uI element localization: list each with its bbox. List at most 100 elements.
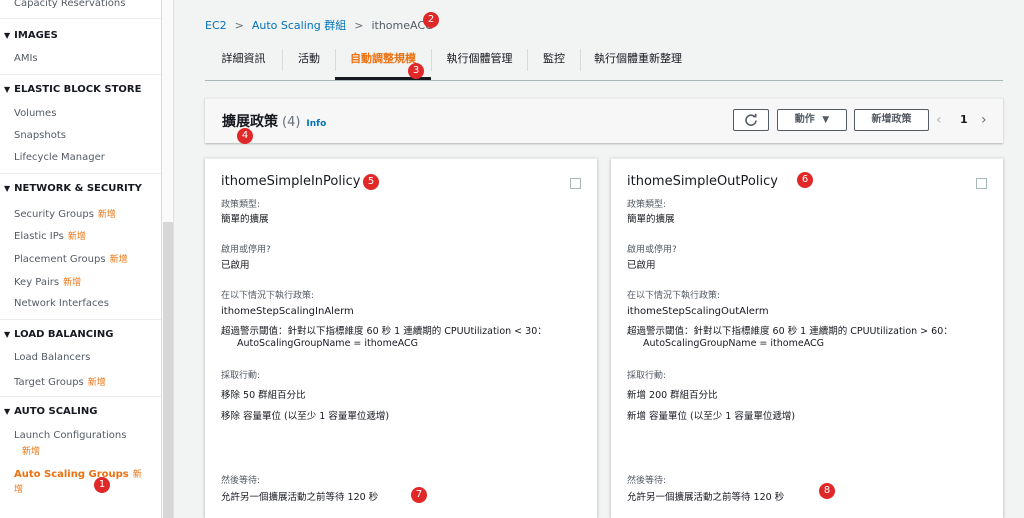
wait-value: 允許另一個擴展活動之前等待 120 秒 bbox=[627, 492, 785, 503]
annotation-badge: 2 bbox=[423, 12, 439, 28]
section-title: 擴展政策 (4) Info bbox=[222, 114, 327, 130]
sidebar-item-load-balancers[interactable]: Load Balancers bbox=[14, 352, 90, 363]
new-badge: 新增 bbox=[109, 255, 128, 265]
enabled-value: 已啟用 bbox=[627, 260, 656, 271]
tab-instance-refresh[interactable]: 執行個體重新整理 bbox=[581, 45, 695, 80]
wait-label: 然後等待: bbox=[221, 476, 261, 486]
sidebar-section-auto-scaling[interactable]: ▼ AUTO SCALING bbox=[4, 406, 97, 417]
new-badge: 新增 bbox=[67, 232, 86, 242]
chevron-right-icon: > bbox=[354, 19, 364, 32]
enabled-value: 已啟用 bbox=[221, 260, 250, 271]
execute-label: 在以下情況下執行政策: bbox=[627, 291, 721, 301]
new-badge: 新增 bbox=[97, 210, 116, 220]
policy-card: ithomeSimpleOutPolicy 政策類型: 簡單的擴展 啟用或停用?… bbox=[611, 158, 1003, 518]
caret-down-icon: ▼ bbox=[4, 330, 11, 339]
refresh-icon bbox=[745, 113, 757, 126]
sidebar-item-capacity-reservations[interactable]: Capacity Reservations bbox=[14, 0, 125, 9]
alarm-name: ithomeStepScalingOutAlerm bbox=[627, 306, 769, 317]
sidebar-item-amis[interactable]: AMIs bbox=[14, 53, 38, 64]
annotation-badge: 5 bbox=[363, 174, 379, 190]
tab-details[interactable]: 詳細資訊 bbox=[205, 45, 282, 80]
caret-down-icon: ▼ bbox=[4, 31, 11, 40]
policy-type-value: 簡單的擴展 bbox=[627, 214, 675, 225]
sidebar-section-load-balancing[interactable]: ▼ LOAD BALANCING bbox=[4, 329, 113, 340]
policy-card: ithomeSimpleInPolicy 政策類型: 簡單的擴展 啟用或停用? … bbox=[205, 158, 597, 518]
scaling-policies-header: 擴展政策 (4) Info 動作 ▼ 新增政策 ‹ 1 › bbox=[205, 98, 1003, 143]
chevron-left-icon[interactable]: ‹ bbox=[936, 109, 942, 131]
alarm-name: ithomeStepScalingInAlerm bbox=[221, 306, 354, 317]
breadcrumb-ec2-link[interactable]: EC2 bbox=[205, 19, 227, 32]
alarm-description: 超過警示閾值：針對以下指標維度 60 秒 1 連續期的 CPUUtilizati… bbox=[627, 326, 953, 337]
annotation-badge: 6 bbox=[797, 172, 813, 188]
tab-instance-management[interactable]: 執行個體管理 bbox=[432, 45, 527, 80]
policy-name: ithomeSimpleInPolicy bbox=[221, 174, 361, 189]
policy-type-value: 簡單的擴展 bbox=[221, 214, 269, 225]
sidebar-item-placement-groups[interactable]: Placement Groups 新增 bbox=[14, 252, 128, 265]
caret-down-icon: ▼ bbox=[4, 184, 11, 193]
new-badge: 新增 bbox=[22, 447, 41, 457]
caret-down-icon: ▼ bbox=[822, 115, 830, 125]
execute-label: 在以下情況下執行政策: bbox=[221, 291, 315, 301]
sidebar-section-ebs[interactable]: ▼ ELASTIC BLOCK STORE bbox=[4, 84, 141, 95]
policy-type-label: 政策類型: bbox=[221, 200, 261, 210]
action-step-1: 新增 200 群組百分比 bbox=[627, 390, 718, 401]
chevron-right-icon: > bbox=[234, 19, 244, 32]
sidebar-scrollbar[interactable] bbox=[162, 0, 174, 518]
alarm-dimension: AutoScalingGroupName = ithomeACG bbox=[237, 338, 419, 349]
sidebar-item-lifecycle-manager[interactable]: Lifecycle Manager bbox=[14, 152, 105, 163]
sidebar-divider bbox=[0, 173, 161, 174]
refresh-button[interactable] bbox=[733, 109, 769, 131]
policy-select-checkbox[interactable] bbox=[570, 178, 581, 189]
tab-activity[interactable]: 活動 bbox=[283, 45, 335, 80]
caret-down-icon: ▼ bbox=[4, 85, 11, 94]
annotation-badge: 7 bbox=[411, 487, 427, 503]
tab-monitoring[interactable]: 監控 bbox=[528, 45, 580, 80]
sidebar-item-auto-scaling-groups-wrap[interactable]: 增 bbox=[14, 482, 23, 495]
sidebar-item-elastic-ips[interactable]: Elastic IPs 新增 bbox=[14, 229, 86, 242]
action-step-2: 移除 容量單位 (以至少 1 容量單位遞增) bbox=[221, 411, 390, 422]
wait-value: 允許另一個擴展活動之前等待 120 秒 bbox=[221, 492, 379, 503]
annotation-badge: 1 bbox=[94, 477, 110, 493]
policy-count: (4) bbox=[282, 115, 301, 130]
chevron-right-icon[interactable]: › bbox=[981, 109, 987, 131]
new-badge: 新增 bbox=[63, 278, 82, 288]
sidebar-item-network-interfaces[interactable]: Network Interfaces bbox=[14, 298, 109, 309]
sidebar-item-volumes[interactable]: Volumes bbox=[14, 108, 56, 119]
action-step-2: 新增 容量單位 (以至少 1 容量單位遞增) bbox=[627, 411, 796, 422]
annotation-badge: 3 bbox=[408, 63, 424, 79]
tab-bar: 詳細資訊 活動 自動調整規模 執行個體管理 監控 執行個體重新整理 bbox=[205, 45, 1003, 81]
sidebar-section-network[interactable]: ▼ NETWORK & SECURITY bbox=[4, 183, 142, 194]
enabled-label: 啟用或停用? bbox=[221, 245, 271, 255]
sidebar-item-launch-configurations[interactable]: Launch Configurations bbox=[14, 430, 126, 441]
sidebar-divider bbox=[0, 18, 161, 19]
sidebar-section-images[interactable]: ▼ IMAGES bbox=[4, 30, 58, 41]
sidebar-divider bbox=[0, 319, 161, 320]
policy-select-checkbox[interactable] bbox=[976, 178, 987, 189]
annotation-badge: 8 bbox=[819, 483, 835, 499]
page-number[interactable]: 1 bbox=[960, 109, 968, 131]
sidebar-item-key-pairs[interactable]: Key Pairs 新增 bbox=[14, 275, 81, 288]
scrollbar-thumb[interactable] bbox=[163, 222, 173, 518]
sidebar-divider bbox=[0, 74, 161, 75]
wait-label: 然後等待: bbox=[627, 476, 667, 486]
caret-down-icon: ▼ bbox=[4, 407, 11, 416]
sidebar-item-target-groups[interactable]: Target Groups 新增 bbox=[14, 375, 106, 388]
new-badge: 新增 bbox=[87, 378, 106, 388]
policy-type-label: 政策類型: bbox=[627, 200, 667, 210]
breadcrumb: EC2 > Auto Scaling 群組 > ithomeACG bbox=[205, 17, 434, 33]
action-label: 採取行動: bbox=[221, 371, 261, 381]
breadcrumb-asg-link[interactable]: Auto Scaling 群組 bbox=[252, 19, 346, 32]
sidebar-item-security-groups[interactable]: Security Groups 新增 bbox=[14, 207, 116, 220]
sidebar-nav: Capacity Reservations ▼ IMAGES AMIs ▼ ELAS… bbox=[0, 0, 162, 518]
annotation-badge: 4 bbox=[237, 128, 253, 144]
policy-name: ithomeSimpleOutPolicy bbox=[627, 174, 778, 189]
sidebar-item-snapshots[interactable]: Snapshots bbox=[14, 130, 66, 141]
sidebar-divider bbox=[0, 396, 161, 397]
info-link[interactable]: Info bbox=[306, 119, 326, 129]
enabled-label: 啟用或停用? bbox=[627, 245, 677, 255]
add-policy-button[interactable]: 新增政策 bbox=[854, 109, 929, 131]
action-step-1: 移除 50 群組百分比 bbox=[221, 390, 306, 401]
actions-dropdown[interactable]: 動作 ▼ bbox=[777, 109, 847, 131]
sidebar-item-auto-scaling-groups[interactable]: Auto Scaling Groups 新 bbox=[14, 467, 142, 480]
alarm-description: 超過警示閾值：針對以下指標維度 60 秒 1 連續期的 CPUUtilizati… bbox=[221, 326, 547, 337]
